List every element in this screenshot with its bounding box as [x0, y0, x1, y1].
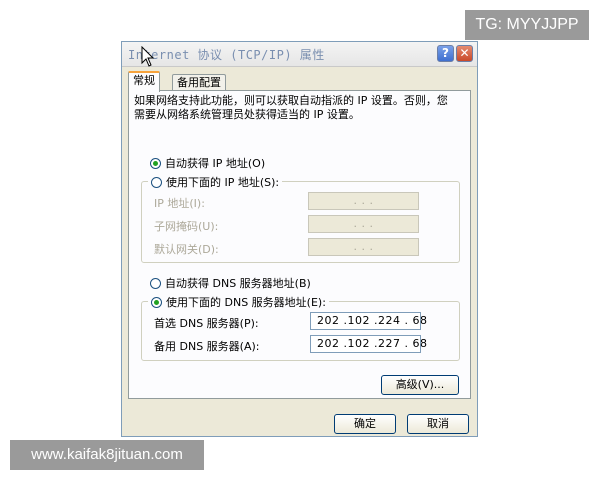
cancel-button[interactable]: 取消: [407, 414, 469, 434]
mouse-cursor-icon: [141, 46, 155, 67]
preferred-dns-input[interactable]: 202 .102 .224 . 68: [310, 312, 427, 330]
help-button[interactable]: ?: [437, 45, 454, 62]
tcpip-properties-dialog: Internet 协议 (TCP/IP) 属性 ? ✕ 常规 备用配置 如果网络…: [121, 41, 478, 437]
ok-button[interactable]: 确定: [334, 414, 396, 434]
auto-dns-radio[interactable]: [150, 277, 161, 289]
subnet-mask-label: 子网掩码(U):: [154, 220, 219, 233]
auto-ip-label: 自动获得 IP 地址(O): [165, 157, 266, 170]
tab-alternate-config[interactable]: 备用配置: [172, 74, 226, 91]
tab-general[interactable]: 常规: [128, 71, 160, 92]
ip-address-input[interactable]: . . .: [308, 192, 419, 210]
preferred-dns-label: 首选 DNS 服务器(P):: [154, 317, 259, 330]
manual-dns-radio[interactable]: [151, 296, 162, 308]
watermark-bottom: www.kaifak8jituan.com: [10, 440, 204, 470]
ip-address-label: IP 地址(I):: [154, 197, 205, 210]
auto-dns-option[interactable]: 自动获得 DNS 服务器地址(B): [150, 275, 311, 291]
watermark-top: TG: MYYJJPP: [465, 10, 589, 40]
manual-ip-label: 使用下面的 IP 地址(S):: [166, 176, 280, 189]
manual-dns-option[interactable]: 使用下面的 DNS 服务器地址(E):: [148, 294, 329, 310]
default-gateway-label: 默认网关(D):: [154, 243, 219, 256]
alternate-dns-input[interactable]: 202 .102 .227 . 68: [310, 335, 427, 353]
default-gateway-input[interactable]: . . .: [308, 238, 419, 256]
dialog-title: Internet 协议 (TCP/IP) 属性: [128, 48, 325, 62]
auto-dns-label: 自动获得 DNS 服务器地址(B): [165, 277, 311, 290]
title-bar: Internet 协议 (TCP/IP) 属性 ? ✕: [122, 42, 477, 67]
description-text: 如果网络支持此功能，则可以获取自动指派的 IP 设置。否则，您需要从网络系统管理…: [134, 94, 448, 121]
alternate-dns-label: 备用 DNS 服务器(A):: [154, 340, 260, 353]
close-button[interactable]: ✕: [456, 45, 473, 62]
auto-ip-option[interactable]: 自动获得 IP 地址(O): [150, 155, 265, 171]
manual-ip-radio[interactable]: [151, 176, 162, 188]
subnet-mask-input[interactable]: . . .: [308, 215, 419, 233]
auto-ip-radio[interactable]: [150, 157, 161, 169]
manual-ip-option[interactable]: 使用下面的 IP 地址(S):: [148, 174, 283, 190]
advanced-button[interactable]: 高级(V)...: [381, 375, 459, 395]
manual-dns-label: 使用下面的 DNS 服务器地址(E):: [166, 296, 326, 309]
